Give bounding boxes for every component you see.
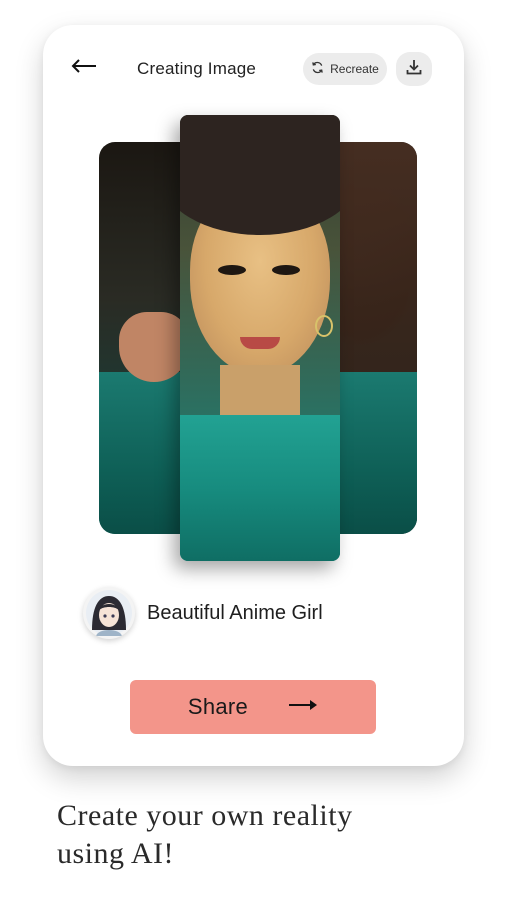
- portrait-eye-left: [218, 265, 246, 275]
- portrait-earring: [315, 315, 333, 337]
- phone-card: Creating Image Recreate Beautiful Anime …: [43, 25, 464, 766]
- page-title: Creating Image: [137, 59, 257, 78]
- generated-image: [180, 115, 340, 561]
- tagline-line-1: Create your own reality: [57, 799, 353, 832]
- download-icon: [405, 58, 423, 81]
- photo-hand: [119, 312, 189, 382]
- share-label: Share: [187, 694, 249, 719]
- refresh-icon: [311, 61, 324, 77]
- anime-girl-avatar: [83, 587, 135, 639]
- back-button[interactable]: [69, 53, 99, 83]
- portrait-hair: [180, 115, 340, 235]
- recreate-button[interactable]: Recreate: [303, 53, 387, 85]
- portrait-shirt: [180, 415, 340, 561]
- tagline-line-2: using AI!: [57, 837, 174, 870]
- share-button[interactable]: Share: [130, 680, 376, 734]
- portrait-lips: [240, 337, 280, 349]
- download-button[interactable]: [396, 52, 432, 86]
- arrow-right-icon: [288, 698, 318, 717]
- style-name: Beautiful Anime Girl: [147, 601, 323, 624]
- style-selector[interactable]: Beautiful Anime Girl: [83, 587, 323, 639]
- tagline: Create your own reality using AI!: [57, 797, 477, 873]
- app-promo-page: Creating Image Recreate Beautiful Anime …: [0, 0, 507, 900]
- arrow-left-icon: [71, 58, 97, 79]
- portrait-eye-right: [272, 265, 300, 275]
- recreate-label: Recreate: [330, 62, 379, 76]
